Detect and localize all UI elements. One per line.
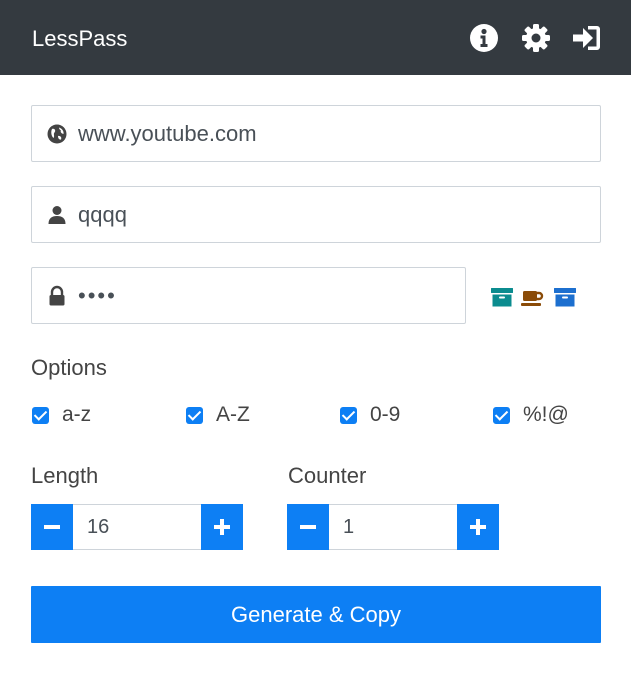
symbols-checkbox[interactable] (493, 406, 510, 424)
uppercase-label[interactable]: A-Z (216, 403, 250, 427)
app-title[interactable]: LessPass (32, 26, 127, 52)
counter-label: Counter (288, 463, 367, 488)
sign-in-icon[interactable] (571, 22, 603, 54)
option-uppercase: A-Z (186, 402, 250, 428)
length-label: Length (31, 463, 99, 488)
length-increment-button[interactable] (201, 504, 243, 550)
coffee-icon (520, 285, 544, 309)
top-navbar: LessPass (0, 0, 631, 75)
counter-decrement-button[interactable] (287, 504, 329, 550)
login-input[interactable] (78, 187, 588, 242)
site-field (31, 105, 601, 162)
symbols-label[interactable]: %!@ (523, 403, 569, 427)
digits-checkbox[interactable] (340, 406, 357, 424)
info-circle-icon[interactable] (468, 22, 500, 54)
login-field (31, 186, 601, 243)
lowercase-label[interactable]: a-z (62, 403, 91, 427)
lock-icon (46, 285, 68, 307)
length-input[interactable] (73, 504, 201, 550)
lowercase-checkbox[interactable] (32, 406, 49, 424)
globe-icon (46, 123, 68, 145)
counter-increment-button[interactable] (457, 504, 499, 550)
archive-icon (553, 285, 577, 309)
site-input[interactable] (78, 106, 588, 161)
option-digits: 0-9 (340, 402, 400, 428)
counter-input[interactable] (329, 504, 457, 550)
digits-label[interactable]: 0-9 (370, 403, 400, 427)
options-heading: Options (31, 355, 107, 380)
length-decrement-button[interactable] (31, 504, 73, 550)
generate-copy-button[interactable]: Generate & Copy (31, 586, 601, 643)
master-password-input[interactable] (78, 268, 458, 323)
option-symbols: %!@ (493, 402, 569, 428)
master-password-field (31, 267, 466, 324)
archive-icon (490, 285, 514, 309)
user-icon (46, 204, 68, 226)
option-lowercase: a-z (32, 402, 91, 428)
gear-icon[interactable] (520, 22, 552, 54)
uppercase-checkbox[interactable] (186, 406, 203, 424)
